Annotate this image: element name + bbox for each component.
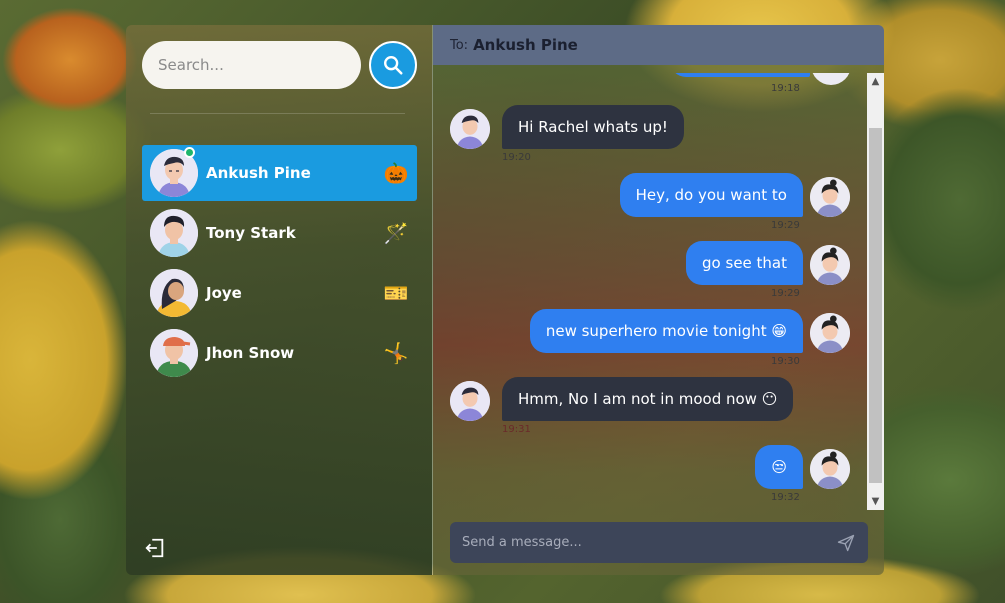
avatar xyxy=(150,329,198,377)
message-time: 19:18 xyxy=(771,83,800,94)
online-status-dot xyxy=(184,147,195,158)
scroll-down-arrow-icon[interactable]: ▼ xyxy=(867,493,884,510)
contact-item-jhon-snow[interactable]: Jhon Snow 🤸 xyxy=(142,325,417,381)
cartwheel-icon: 🤸 xyxy=(383,341,409,365)
contact-item-tony-stark[interactable]: Tony Stark 🪄 xyxy=(142,205,417,261)
contact-name: Tony Stark xyxy=(206,224,296,242)
avatar xyxy=(150,209,198,257)
recipient-name: Ankush Pine xyxy=(473,36,578,54)
avatar xyxy=(450,109,490,149)
message-list: 19:18 Hi Rachel whats up! 19:20 Hey, do … xyxy=(433,73,867,533)
magic-wand-icon: 🪄 xyxy=(383,221,409,245)
sidebar: Ankush Pine 🎃 Tony Stark 🪄 xyxy=(126,25,432,575)
scroll-up-arrow-icon[interactable]: ▲ xyxy=(867,73,884,90)
avatar xyxy=(811,73,851,85)
avatar xyxy=(810,449,850,489)
pumpkin-icon: 🎃 xyxy=(383,161,409,185)
chat-header: To: Ankush Pine xyxy=(433,25,884,65)
message-time: 19:29 xyxy=(771,220,800,231)
message-input[interactable] xyxy=(462,535,836,550)
message-time: 19:30 xyxy=(771,356,800,367)
contact-name: Jhon Snow xyxy=(206,344,295,362)
message-bubble-outgoing xyxy=(670,73,810,77)
message-bubble-outgoing: Hey, do you want to xyxy=(619,173,803,217)
chat-panel: To: Ankush Pine 19:18 Hi Rachel whats up… xyxy=(433,25,884,575)
avatar xyxy=(810,313,850,353)
message-bubble-outgoing: go see that xyxy=(686,241,803,285)
contact-item-ankush-pine[interactable]: Ankush Pine 🎃 xyxy=(142,145,417,201)
avatar xyxy=(450,381,490,421)
message-bubble-outgoing: new superhero movie tonight 😁 xyxy=(529,309,803,353)
send-icon[interactable] xyxy=(836,533,856,553)
message-bubble-outgoing: 😒 xyxy=(755,445,803,489)
message-time: 19:32 xyxy=(771,492,800,503)
to-label: To: xyxy=(450,37,469,53)
contact-item-joye[interactable]: Joye 🎫 xyxy=(142,265,417,321)
search-icon xyxy=(384,56,403,75)
chat-app-window: Ankush Pine 🎃 Tony Stark 🪄 xyxy=(126,25,884,575)
message-time: 19:29 xyxy=(771,288,800,299)
contact-name: Ankush Pine xyxy=(206,164,311,182)
message-scrollbar[interactable]: ▲ ▼ xyxy=(867,73,884,510)
sidebar-divider-line xyxy=(150,113,405,114)
logout-icon[interactable] xyxy=(144,537,166,559)
avatar xyxy=(150,269,198,317)
message-composer xyxy=(450,522,868,563)
avatar xyxy=(810,177,850,217)
search-input[interactable] xyxy=(142,41,361,89)
message-time: 19:20 xyxy=(502,152,531,163)
contact-name: Joye xyxy=(206,284,242,302)
ticket-icon: 🎫 xyxy=(383,281,409,305)
message-bubble-incoming: Hmm, No I am not in mood now 😶 xyxy=(502,377,794,421)
contact-list: Ankush Pine 🎃 Tony Stark 🪄 Joye 🎫 Jhon S… xyxy=(142,145,417,385)
search-button[interactable] xyxy=(369,41,417,89)
avatar xyxy=(810,245,850,285)
message-bubble-incoming: Hi Rachel whats up! xyxy=(502,105,684,149)
message-time: 19:31 xyxy=(502,424,531,435)
scrollbar-thumb[interactable] xyxy=(869,128,882,483)
